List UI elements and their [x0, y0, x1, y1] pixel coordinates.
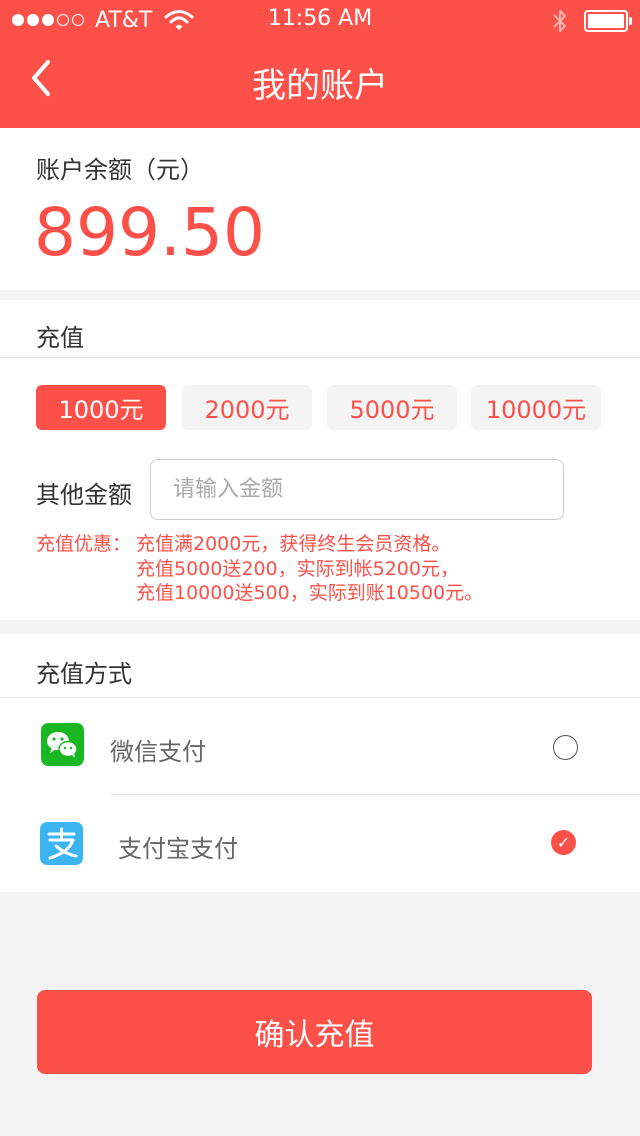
status-bar: AT&T 11:56 AM	[0, 0, 640, 40]
payment-method-card: 充值方式 微信支付 支付宝支付 ✓	[0, 634, 640, 892]
promo-line-3: 充值10000送500，实际到账10500元。	[136, 582, 484, 604]
balance-value: 899.50	[34, 194, 265, 271]
status-right	[550, 8, 632, 34]
battery-icon	[584, 10, 632, 32]
wechat-icon	[41, 723, 84, 766]
amount-option-10000[interactable]: 10000元	[471, 385, 601, 430]
divider	[0, 357, 640, 358]
payment-label-wechat: 微信支付	[110, 738, 206, 766]
alipay-icon	[40, 822, 83, 865]
promo-label: 充值优惠：	[36, 533, 132, 555]
other-amount-label: 其他金额	[36, 481, 132, 509]
payment-section-title: 充值方式	[36, 660, 132, 688]
checkmark-icon: ✓	[556, 833, 571, 852]
balance-label: 账户余额（元）	[36, 156, 204, 184]
nav-header: AT&T 11:56 AM 我的账户	[0, 0, 640, 128]
recharge-section-title: 充值	[36, 324, 84, 352]
page-title: 我的账户	[252, 66, 388, 106]
payment-label-alipay: 支付宝支付	[118, 835, 238, 863]
radio-wechat[interactable]	[553, 735, 578, 760]
payment-option-wechat[interactable]: 微信支付	[0, 698, 640, 794]
other-amount-input[interactable]	[150, 459, 564, 520]
battery-fill	[588, 14, 624, 28]
payment-option-alipay[interactable]: 支付宝支付 ✓	[0, 795, 640, 892]
bluetooth-icon	[553, 10, 566, 32]
promo-line-2: 充值5000送200，实际到帐5200元，	[136, 558, 459, 580]
confirm-recharge-button[interactable]: 确认充值	[37, 990, 592, 1074]
amount-option-1000[interactable]: 1000元	[36, 385, 166, 430]
radio-alipay-checked[interactable]: ✓	[551, 830, 576, 855]
status-time: 11:56 AM	[267, 6, 373, 31]
amount-option-2000[interactable]: 2000元	[182, 385, 312, 430]
promo-line-1: 充值满2000元，获得终生会员资格。	[136, 533, 451, 555]
amount-option-5000[interactable]: 5000元	[327, 385, 457, 430]
